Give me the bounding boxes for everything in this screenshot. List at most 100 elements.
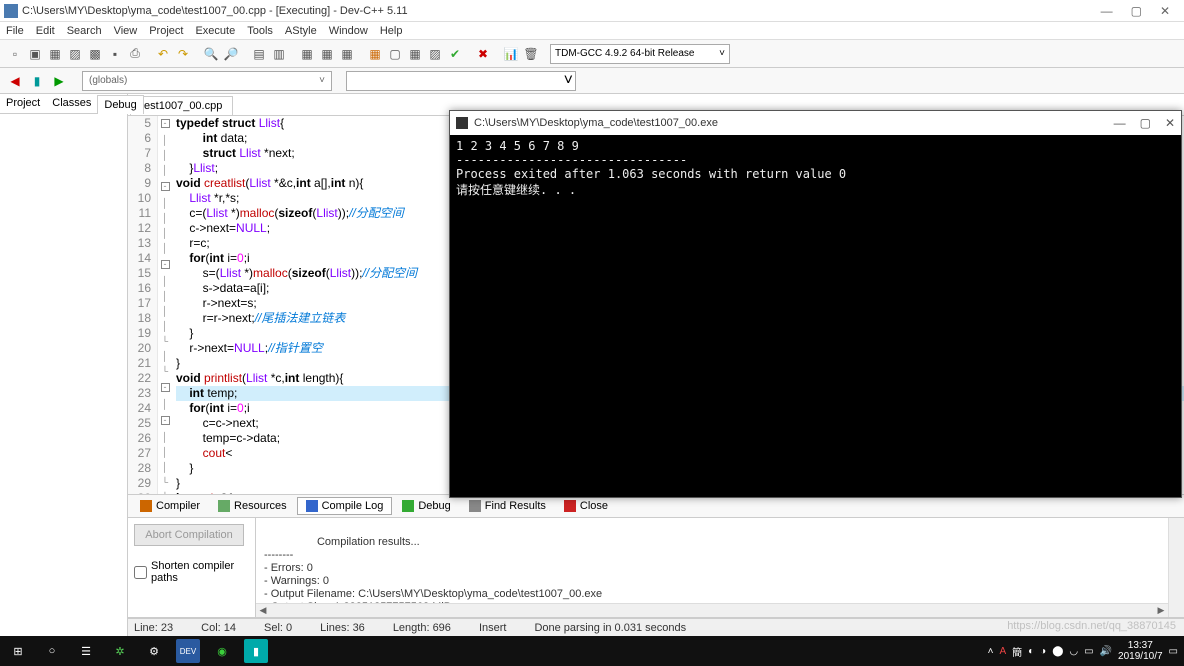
menu-help[interactable]: Help [380,25,403,37]
check-icon[interactable]: ✔ [446,45,464,63]
main-toolbar: ▫ ▣ ▦ ▨ ▩ ▪ ⎙ ↶ ↷ 🔍 🔎 ▤ ▥ ▦ ▦ ▦ ▦ ▢ ▦ ▨ … [0,40,1184,68]
tab-debug[interactable]: Debug [394,498,458,514]
chevron-up-icon[interactable]: ˄ [988,646,994,657]
open-icon[interactable]: ▣ [26,45,44,63]
console-titlebar[interactable]: C:\Users\MY\Desktop\yma_code\test1007_00… [450,111,1181,135]
menu-astyle[interactable]: AStyle [285,25,317,37]
back-icon[interactable]: ◀ [6,72,24,90]
tab-close[interactable]: Close [556,498,616,514]
close-file-icon[interactable]: ▪ [106,45,124,63]
clock[interactable]: 13:37 2019/10/7 [1118,640,1163,662]
new-file-icon[interactable]: ▫ [6,45,24,63]
hscrollbar[interactable]: ◀▶ [256,603,1168,617]
compile-icon[interactable]: ▦ [298,45,316,63]
status-lines: Lines: 36 [320,622,365,634]
print-icon[interactable]: ⎙ [126,45,144,63]
status-col: Col: 14 [201,622,236,634]
app1-icon[interactable]: ✲ [108,639,132,663]
maximize-icon[interactable]: ▢ [1131,4,1142,18]
network-icon[interactable]: ⬤ [1052,646,1063,657]
fold-gutter[interactable]: -│││-││││-││││└│└-│-│││└└-│││││└ [158,116,172,494]
status-mode: Insert [479,622,507,634]
menu-search[interactable]: Search [67,25,102,37]
tab-resources[interactable]: Resources [210,498,295,514]
profile-icon[interactable]: 📊 [502,45,520,63]
status-length: Length: 696 [393,622,451,634]
deleteprof-icon[interactable]: 🗑 [522,45,540,63]
console-minimize-icon[interactable]: — [1114,116,1126,130]
forward-icon[interactable]: ▶ [50,72,68,90]
bookmark-icon[interactable]: ▮ [28,72,46,90]
redo-icon[interactable]: ↷ [174,45,192,63]
menu-tools[interactable]: Tools [247,25,273,37]
close-icon[interactable]: ✕ [1160,4,1170,18]
save-icon[interactable]: ▦ [46,45,64,63]
c-icon[interactable]: ▨ [426,45,444,63]
tray2-icon[interactable]: ◑ [1040,646,1046,657]
toggle-icon[interactable]: ▥ [270,45,288,63]
window-title: C:\Users\MY\Desktop\yma_code\test1007_00… [22,5,408,17]
tray1-icon[interactable]: ◐ [1028,646,1034,657]
globals-selector[interactable]: (globals) ˅ [82,71,332,91]
console-maximize-icon[interactable]: ▢ [1140,116,1151,130]
undo-icon[interactable]: ↶ [154,45,172,63]
member-selector[interactable]: ˅ [346,71,576,91]
tab-compiler[interactable]: Compiler [132,498,208,514]
tab-debug[interactable]: Debug [97,95,143,114]
goto-icon[interactable]: ▤ [250,45,268,63]
log-icon [306,500,318,512]
resources-icon [218,500,230,512]
app-icon [4,4,18,18]
side-tabs: Project Classes Debug [0,94,127,114]
terminal-icon[interactable]: ▮ [244,639,268,663]
saveas-icon[interactable]: ▩ [86,45,104,63]
tray-a-icon[interactable]: A [999,646,1006,657]
nav-toolbar: ◀ ▮ ▶ (globals) ˅ ˅ [0,68,1184,94]
menu-project[interactable]: Project [149,25,183,37]
settings-icon[interactable]: ⚙ [142,639,166,663]
compilerun-icon[interactable]: ▦ [338,45,356,63]
shorten-paths-checkbox[interactable]: Shorten compiler paths [134,560,249,584]
battery-icon[interactable]: ▭ [1084,646,1093,657]
menu-view[interactable]: View [114,25,138,37]
run-icon[interactable]: ▦ [318,45,336,63]
rebuild-icon[interactable]: ▦ [366,45,384,63]
find-icon[interactable]: 🔍 [202,45,220,63]
editor-tab-active[interactable]: test1007_00.cpp [130,96,233,115]
console-close-icon[interactable]: ✕ [1165,116,1175,130]
wechat-icon[interactable]: ◉ [210,639,234,663]
wifi-icon[interactable]: ◡ [1069,646,1078,657]
minimize-icon[interactable]: — [1101,4,1113,18]
system-tray[interactable]: ˄ A 簡 ◐ ◑ ⬤ ◡ ▭ 🔊 13:37 2019/10/7 ▭ [988,640,1178,662]
menu-edit[interactable]: Edit [36,25,55,37]
menu-execute[interactable]: Execute [195,25,235,37]
line-gutter: 5678910111213141516171819202122232425262… [128,116,158,494]
menu-window[interactable]: Window [329,25,368,37]
save-all-icon[interactable]: ▨ [66,45,84,63]
replace-icon[interactable]: 🔎 [222,45,240,63]
compiler-selector[interactable]: TDM-GCC 4.9.2 64-bit Release ˅ [550,44,730,64]
cortana-icon[interactable]: ○ [40,639,64,663]
compile-log-output[interactable]: Compilation results... -------- - Errors… [256,518,1184,617]
vscrollbar[interactable] [1168,518,1184,617]
abort-button[interactable]: Abort Compilation [134,524,244,546]
start-button[interactable]: ⊞ [6,639,30,663]
tab-project[interactable]: Project [0,94,46,113]
devcpp-icon[interactable]: DEV [176,639,200,663]
volume-icon[interactable]: 🔊 [1100,646,1112,657]
tab-classes[interactable]: Classes [46,94,97,113]
console-body[interactable]: 1 2 3 4 5 6 7 8 9 ----------------------… [450,135,1181,497]
taskview-icon[interactable]: ☰ [74,639,98,663]
tab-compilelog[interactable]: Compile Log [297,497,393,515]
ime-icon[interactable]: 簡 [1012,644,1022,659]
check-icon [402,500,414,512]
menu-file[interactable]: File [6,25,24,37]
notifications-icon[interactable]: ▭ [1169,646,1178,657]
close-icon [564,500,576,512]
a-icon[interactable]: ▢ [386,45,404,63]
b-icon[interactable]: ▦ [406,45,424,63]
console-window[interactable]: C:\Users\MY\Desktop\yma_code\test1007_00… [449,110,1182,498]
tab-findresults[interactable]: Find Results [461,498,554,514]
shorten-checkbox[interactable] [134,566,147,579]
stop-icon[interactable]: ✖ [474,45,492,63]
